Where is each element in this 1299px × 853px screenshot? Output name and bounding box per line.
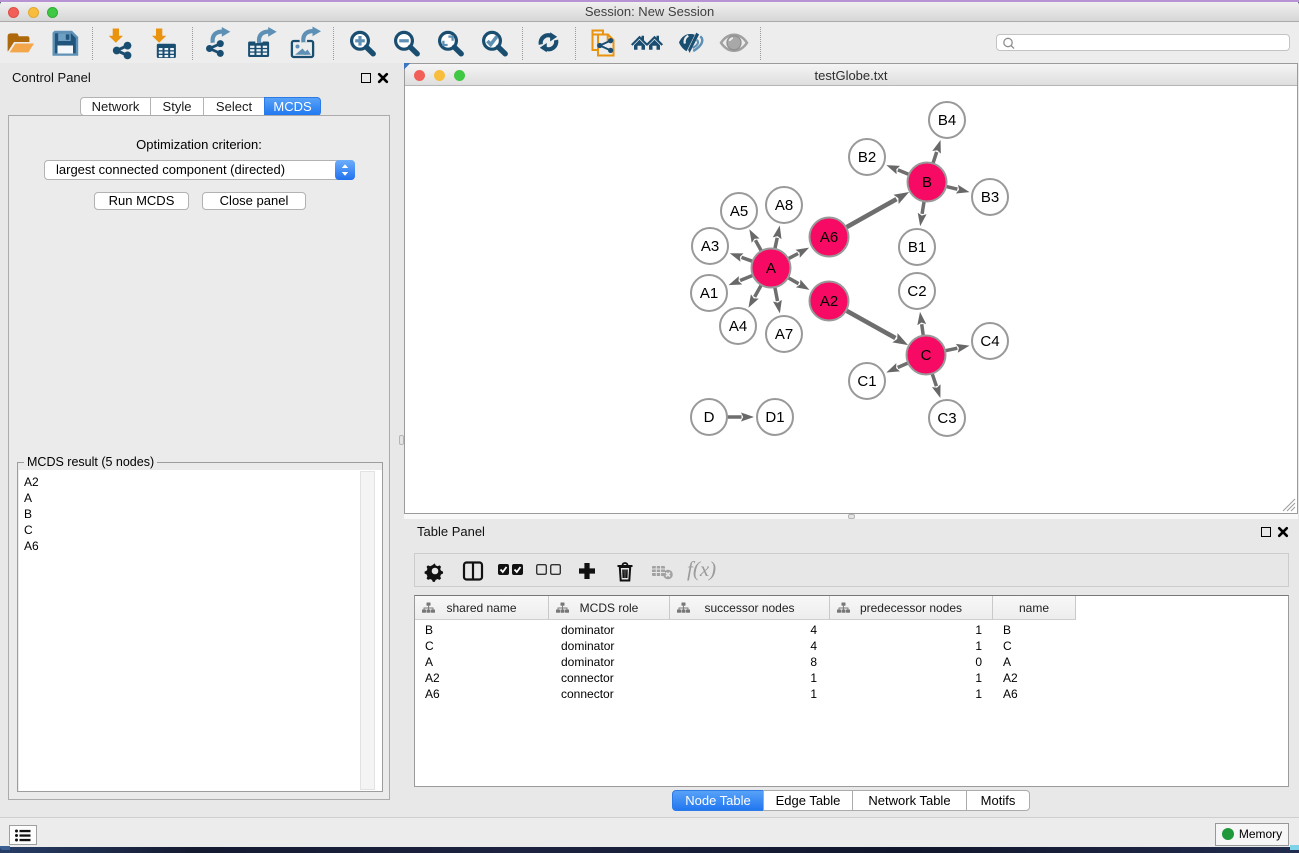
svg-text:B3: B3 [981,189,999,206]
svg-text:A2: A2 [820,293,838,310]
svg-text:A6: A6 [820,229,838,246]
svg-text:D: D [704,409,715,426]
svg-text:B: B [922,174,932,191]
svg-text:D1: D1 [765,409,784,426]
svg-text:B4: B4 [938,112,956,129]
svg-text:A7: A7 [775,326,793,343]
svg-text:A4: A4 [729,318,747,335]
svg-text:C3: C3 [937,410,956,427]
svg-text:A5: A5 [730,203,748,220]
svg-text:C1: C1 [857,373,876,390]
svg-text:C2: C2 [907,283,926,300]
svg-text:C: C [921,347,932,364]
svg-text:A3: A3 [701,238,719,255]
svg-text:C4: C4 [980,333,999,350]
svg-text:A: A [766,260,776,277]
svg-text:B1: B1 [908,239,926,256]
svg-text:B2: B2 [858,149,876,166]
svg-text:A1: A1 [700,285,718,302]
svg-text:A8: A8 [775,197,793,214]
